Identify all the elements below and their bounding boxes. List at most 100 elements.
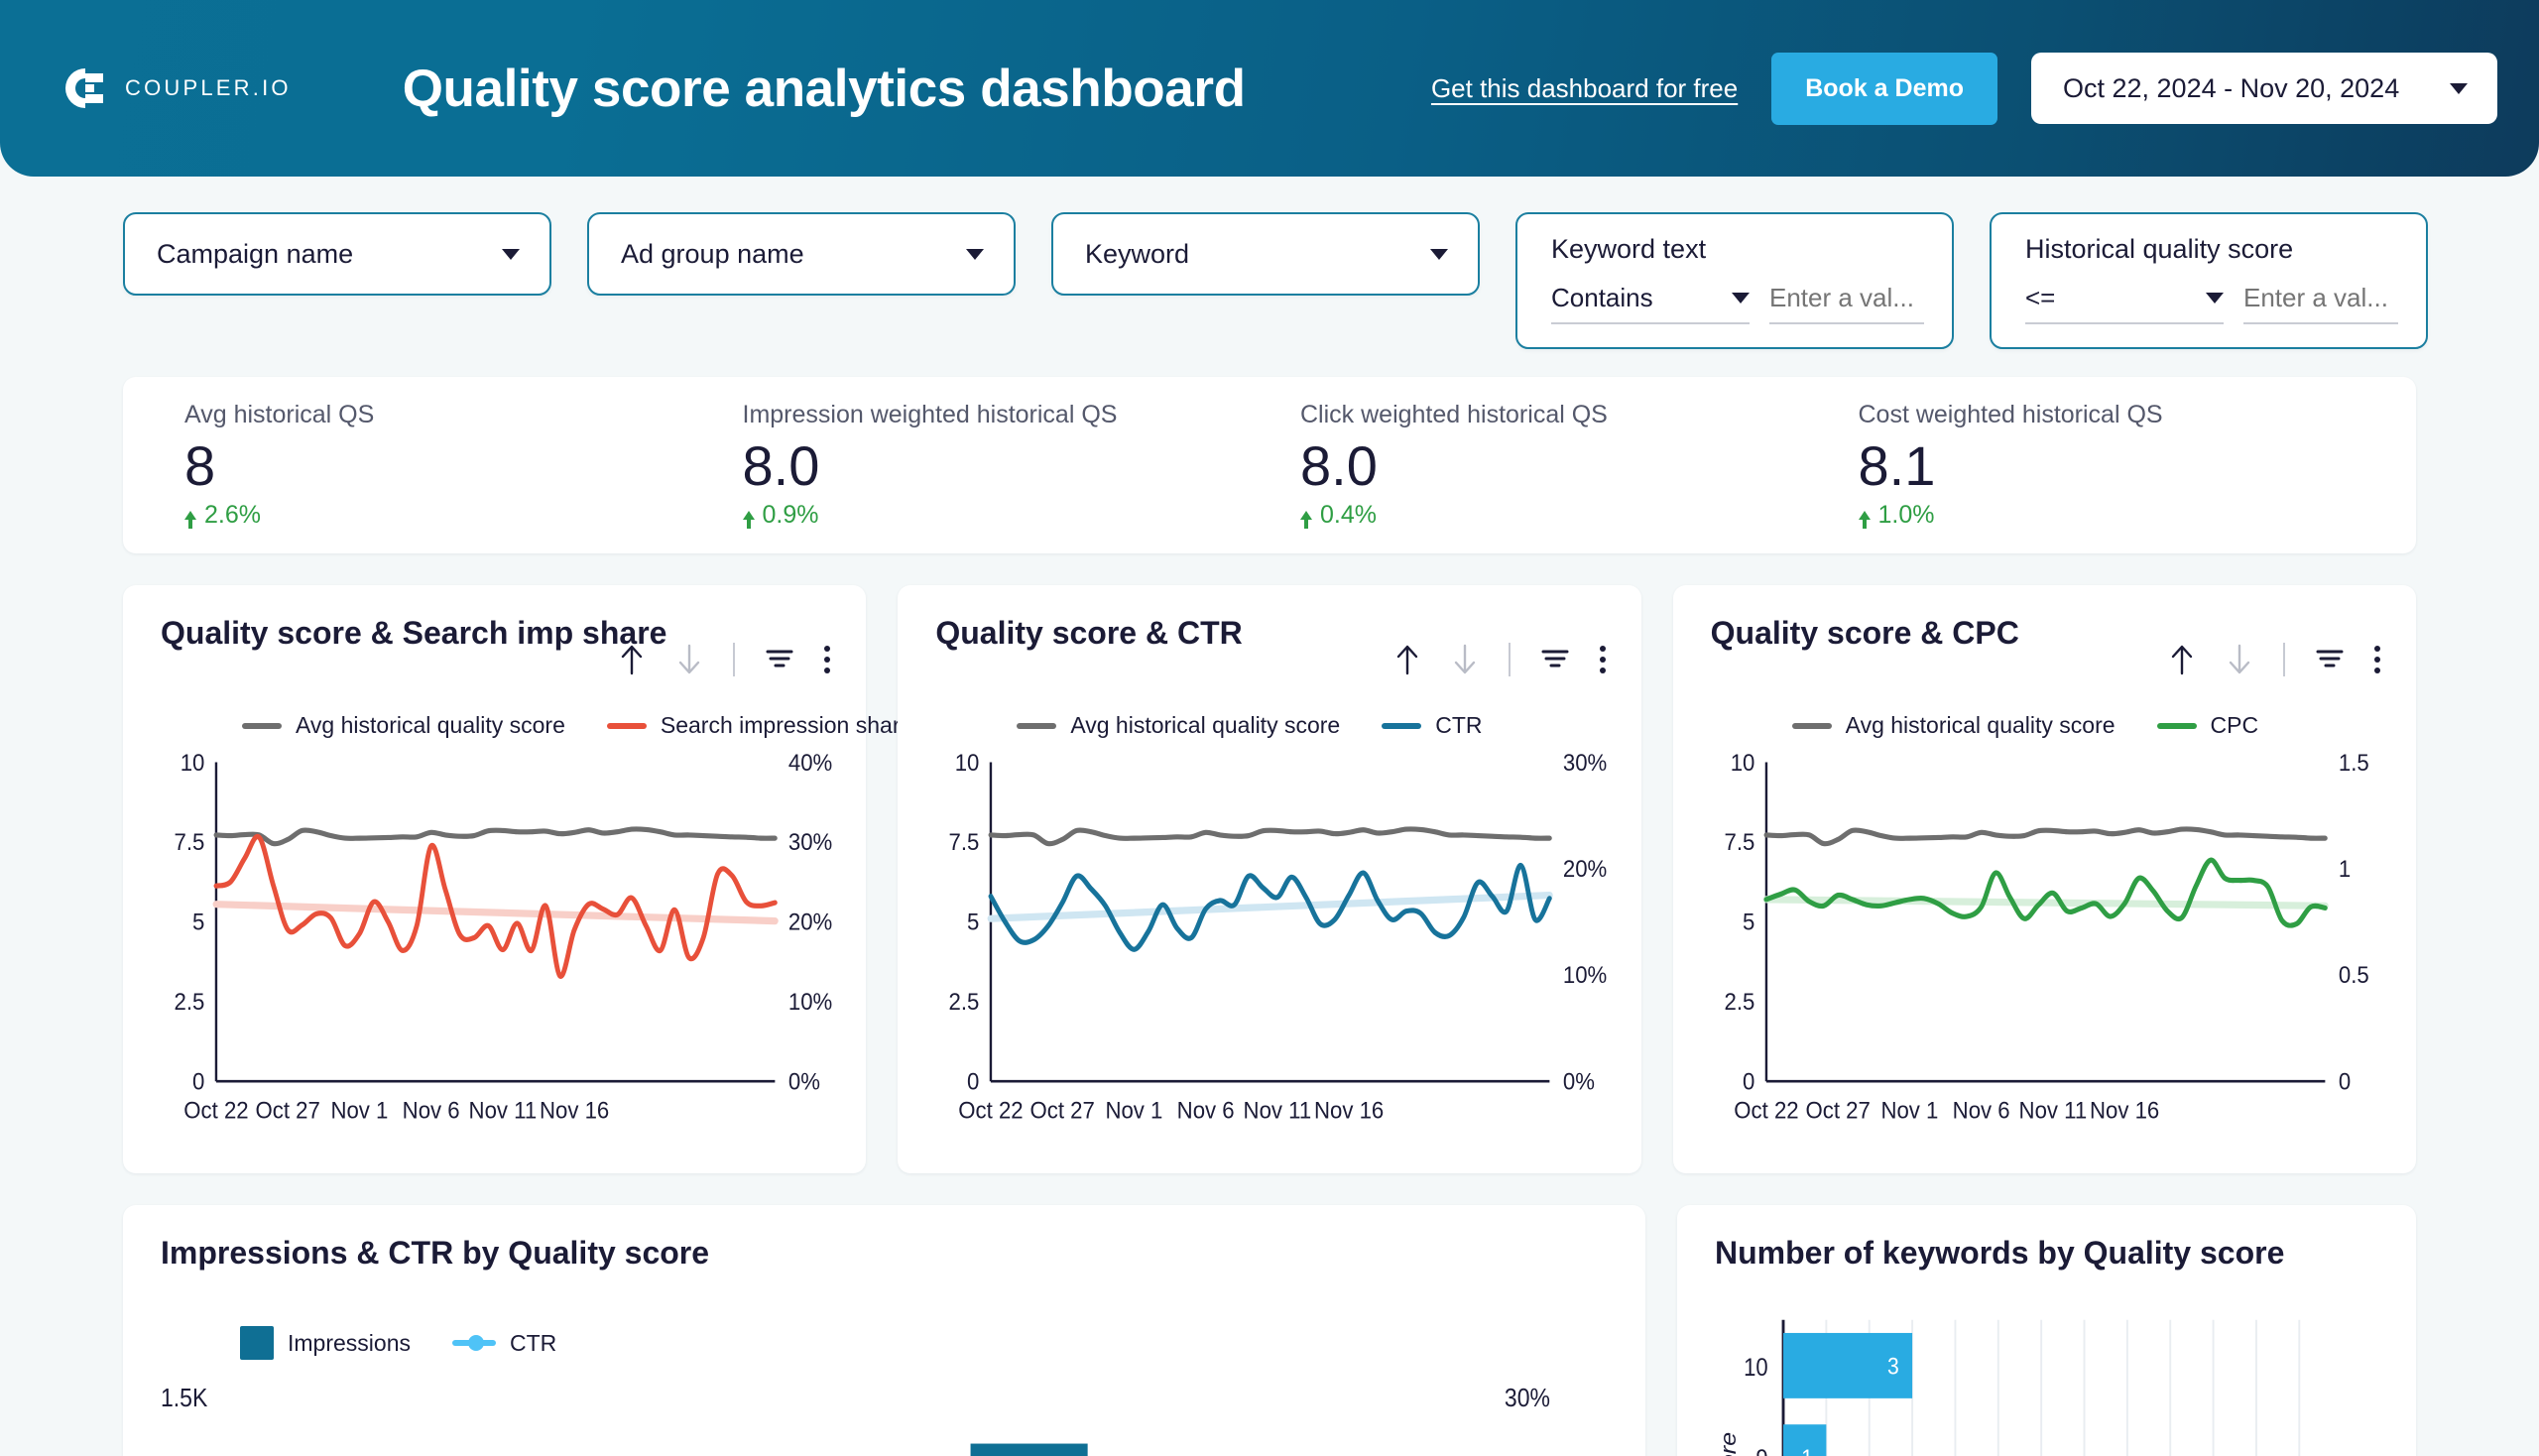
arrow-up-icon[interactable] [2168,644,2196,675]
card-quality-score-cpc: Quality score & CPC Avg historical quali… [1672,585,2416,1173]
chart-legend: Avg historical quality score CTR [1017,712,1482,739]
kpi-value: 8 [184,434,216,498]
legend-label: Avg historical quality score [1070,712,1341,738]
svg-text:Nov 1: Nov 1 [1106,1097,1163,1124]
date-range-picker[interactable]: Oct 22, 2024 - Nov 20, 2024 [2031,53,2497,124]
filter-keyword[interactable]: Keyword [1051,212,1480,296]
legend-item: CPC [2156,712,2259,739]
kpi-delta-value: 2.6% [204,500,261,529]
svg-text:Nov 16: Nov 16 [1314,1097,1384,1124]
kpi-value: 8.0 [1300,434,1378,498]
chevron-down-icon [1430,248,1448,260]
filter-historical-qs-operator[interactable]: <= [2025,283,2224,324]
legend-item: CTR [451,1329,557,1357]
filter-keyword-label: Keyword [1085,238,1190,269]
svg-text:0%: 0% [788,1068,820,1095]
legend-swatch [451,1335,496,1351]
svg-text:2.5: 2.5 [1724,988,1754,1015]
svg-text:2.5: 2.5 [949,988,980,1015]
card-title: Number of keywords by Quality score [1715,1235,2285,1271]
more-vertical-icon[interactable] [824,646,831,673]
svg-text:7.5: 7.5 [949,829,980,856]
svg-text:Nov 6: Nov 6 [403,1097,460,1124]
svg-text:0: 0 [1743,1068,1754,1095]
arrow-up-icon[interactable] [618,644,646,675]
legend-item: Impressions [240,1326,411,1360]
card-toolbar [1393,643,1606,676]
filter-keyword-text-input[interactable] [1769,283,1924,324]
arrow-down-icon[interactable] [1451,644,1479,675]
chevron-down-icon [2450,82,2468,94]
svg-text:Nov 11: Nov 11 [1244,1097,1312,1124]
svg-text:30%: 30% [1563,749,1607,776]
kpi-avg-historical-qs: Avg historical QS 8 2.6% [184,401,743,530]
legend-item: Avg historical quality score [242,712,565,739]
chart-plot-area: 1.5K 30% [161,1380,1610,1456]
legend-label: Search impression share [660,712,913,738]
filter-keyword-text-operator-value: Contains [1551,283,1653,312]
filter-historical-qs-input[interactable] [2243,283,2398,324]
kpi-delta-value: 0.4% [1320,500,1377,529]
card-toolbar [2168,643,2380,676]
legend-label: Avg historical quality score [1845,712,2116,738]
arrow-up-icon[interactable] [1393,644,1421,675]
svg-text:Oct 27: Oct 27 [256,1097,320,1124]
toolbar-divider [733,643,736,676]
get-dashboard-link[interactable]: Get this dashboard for free [1431,73,1738,104]
book-demo-button[interactable]: Book a Demo [1771,52,1997,125]
more-vertical-icon[interactable] [2373,646,2380,673]
chart-plot-area: 0 2.5 5 7.5 10 0 0.5 1 1.5 Oct 22 Oct 27 Nov 1 Nov 6… [1711,744,2380,1173]
more-vertical-icon[interactable] [1599,646,1606,673]
svg-text:Nov 6: Nov 6 [1952,1097,2009,1124]
svg-text:10%: 10% [788,988,832,1015]
svg-text:0: 0 [192,1068,204,1095]
card-impressions-ctr-by-quality-score: Impressions & CTR by Quality score Impre… [123,1205,1645,1456]
svg-text:Nov 11: Nov 11 [469,1097,538,1124]
arrow-up-icon [742,510,755,529]
chart-plot-area: 0 2.5 5 7.5 10 0% 10% 20% 30% Oct 22 Oct 27 Nov 1 No… [935,744,1608,1173]
chart-legend: Avg historical quality score CPC [1791,712,2259,739]
filter-keyword-text-label: Keyword text [1551,234,1707,264]
chevron-down-icon [502,248,520,260]
svg-text:Nov 1: Nov 1 [1880,1097,1938,1124]
svg-text:5: 5 [1743,909,1754,935]
chart-legend: Avg historical quality score Search impr… [242,712,912,739]
kpi-cost-weighted-historical-qs: Cost weighted historical QS 8.1 1.0% [1858,401,2417,530]
legend-label: CPC [2210,712,2259,738]
filter-keyword-text-operator[interactable]: Contains [1551,283,1750,324]
legend-swatch [606,722,647,729]
svg-text:1.5K: 1.5K [161,1385,208,1413]
filter-campaign-name[interactable]: Campaign name [123,212,551,296]
svg-text:10: 10 [181,749,205,776]
arrow-down-icon[interactable] [675,644,703,675]
page-title: Quality score analytics dashboard [402,59,1246,118]
legend-swatch [240,1326,274,1360]
kpi-delta: 2.6% [184,501,743,530]
svg-text:Nov 6: Nov 6 [1177,1097,1235,1124]
legend-label: CTR [509,1329,557,1356]
arrow-up-icon [1858,510,1871,529]
kpi-label: Impression weighted historical QS [742,401,1118,429]
svg-text:5: 5 [192,909,204,935]
svg-text:10%: 10% [1563,962,1607,989]
bottom-chart-row: Impressions & CTR by Quality score Impre… [0,1173,2539,1456]
kpi-impression-weighted-historical-qs: Impression weighted historical QS 8.0 0.… [742,401,1301,530]
arrow-down-icon[interactable] [2226,644,2253,675]
kpi-delta: 0.9% [742,501,1301,530]
filter-icon[interactable] [1540,647,1570,672]
app-header: COUPLER.IO Quality score analytics dashb… [0,0,2539,177]
kpi-value: 8.1 [1858,434,1936,498]
filter-ad-group-name[interactable]: Ad group name [587,212,1016,296]
svg-text:0: 0 [2339,1068,2351,1095]
svg-text:Oct 27: Oct 27 [1805,1097,1870,1124]
filter-ad-group-name-label: Ad group name [621,238,804,269]
filter-icon[interactable] [2315,647,2345,672]
svg-text:Oct 22: Oct 22 [1734,1097,1798,1124]
filter-icon[interactable] [765,647,794,672]
svg-text:7.5: 7.5 [175,829,205,856]
chart-plot-area: 0 2.5 5 7.5 10 0% 10% 20% 30% 40% Oct 22 Oct 27 Nov … [161,744,833,1173]
svg-text:9: 9 [1755,1446,1767,1456]
chart-legend: Impressions CTR [240,1326,556,1360]
toolbar-divider [1508,643,1511,676]
kpi-click-weighted-historical-qs: Click weighted historical QS 8.0 0.4% [1300,401,1859,530]
